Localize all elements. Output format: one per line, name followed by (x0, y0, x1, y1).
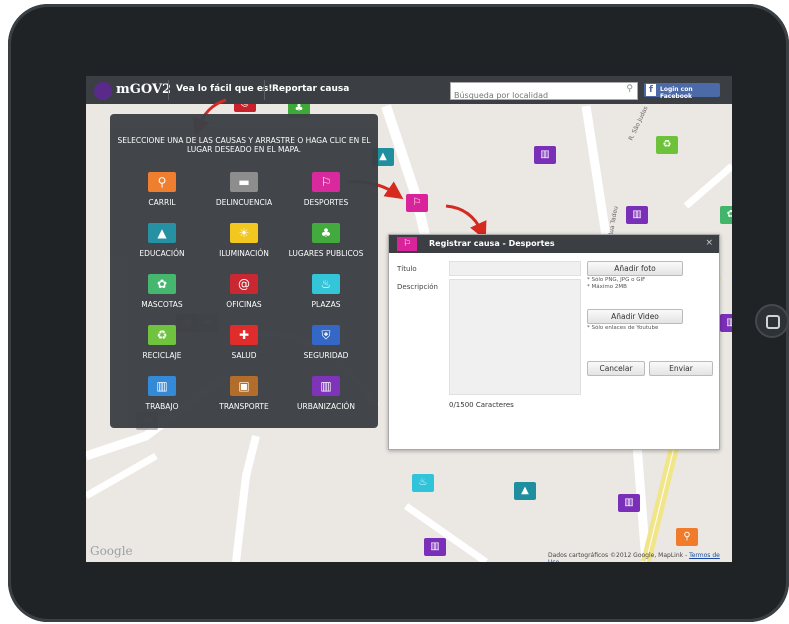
dialog-header: ⚐ Registrar causa - Desportes × (389, 235, 719, 253)
cause-label: CARRIL (148, 198, 176, 207)
streetlight-icon: ☀ (230, 223, 258, 243)
building-icon: ▥ (148, 376, 176, 396)
tree-icon: ♣ (312, 223, 340, 243)
google-logo: Google (90, 544, 133, 558)
photo-note-format: * Sólo PNG, JPG o GIF (587, 277, 646, 283)
cause-salud[interactable]: ✚ SALUD (204, 325, 284, 365)
cause-label: SALUD (231, 351, 257, 360)
panel-title: SELECCIONE UNA DE LAS CAUSAS Y ARRASTRE … (117, 136, 371, 154)
cause-label: RECICLAJE (142, 351, 182, 360)
cause-label: TRANSPORTE (219, 402, 269, 411)
bus-icon: ▣ (230, 376, 258, 396)
photo-note-size: * Máximo 2MB (587, 284, 627, 290)
cancel-button[interactable]: Cancelar (587, 361, 645, 376)
paperclip-icon: @ (230, 274, 258, 294)
cause-label: MASCOTAS (141, 300, 183, 309)
shield-icon: ⛨ (312, 325, 340, 345)
cause-plazas[interactable]: ♨ PLAZAS (286, 274, 366, 314)
cause-mascotas[interactable]: ✿ MASCOTAS (122, 274, 202, 314)
cause-label: PLAZAS (311, 300, 341, 309)
cause-label: EDUCACIÓN (139, 249, 185, 258)
cause-oficinas[interactable]: @ OFICINAS (204, 274, 284, 314)
cause-label: DELINCUENCIA (215, 198, 273, 207)
title-input[interactable] (449, 261, 581, 276)
add-photo-button[interactable]: Añadir foto (587, 261, 683, 276)
cause-label: OFICINAS (226, 300, 262, 309)
cause-label: TRABAJO (145, 402, 179, 411)
cause-carril[interactable]: ⚲ CARRIL (122, 172, 202, 212)
title-label: Título (397, 265, 417, 273)
cause-trabajo[interactable]: ▥ TRABAJO (122, 376, 202, 416)
dialog-title: Registrar causa - Desportes (429, 239, 555, 248)
close-icon[interactable]: × (705, 238, 713, 248)
cause-lugares-publicos[interactable]: ♣ LUGARES PUBLICOS (286, 223, 366, 263)
home-button[interactable] (755, 304, 789, 338)
cross-icon: ✚ (230, 325, 258, 345)
cause-educación[interactable]: ▲ EDUCACIÓN (122, 223, 202, 263)
attribution-text: Dados cartográficos ©2012 Google, MapLin… (548, 552, 690, 559)
add-video-button[interactable]: Añadir Video (587, 309, 683, 324)
cause-delincuencia[interactable]: ▬ DELINCUENCIA (204, 172, 284, 212)
home-square-icon (766, 315, 780, 329)
cause-seguridad[interactable]: ⛨ SEGURIDAD (286, 325, 366, 365)
runner-icon: ⚐ (397, 237, 417, 251)
cause-iluminación[interactable]: ☀ ILUMINACIÓN (204, 223, 284, 263)
cause-transporte[interactable]: ▣ TRANSPORTE (204, 376, 284, 416)
cause-label: LUGARES PUBLICOS (288, 249, 364, 258)
bicycle-icon: ⚲ (148, 172, 176, 192)
send-button[interactable]: Enviar (649, 361, 713, 376)
map-attribution: Dados cartográficos ©2012 Google, MapLin… (548, 552, 732, 562)
gun-icon: ▬ (230, 172, 258, 192)
cause-label: SEGURIDAD (303, 351, 349, 360)
register-cause-dialog: ⚐ Registrar causa - Desportes × Título D… (388, 234, 720, 450)
cause-desportes[interactable]: ⚐ DESPORTES (286, 172, 366, 212)
graduation-cap-icon: ▲ (148, 223, 176, 243)
runner-icon: ⚐ (312, 172, 340, 192)
buildings-icon: ▥ (312, 376, 340, 396)
cause-label: URBANIZACIÓN (297, 402, 355, 411)
cause-label: DESPORTES (303, 198, 349, 207)
description-textarea[interactable] (449, 279, 581, 395)
cause-urbanización[interactable]: ▥ URBANIZACIÓN (286, 376, 366, 416)
fountain-icon: ♨ (312, 274, 340, 294)
recycle-icon: ♻ (148, 325, 176, 345)
causes-panel: SELECCIONE UNA DE LAS CAUSAS Y ARRASTRE … (110, 114, 378, 428)
character-counter: 0/1500 Caracteres (449, 401, 514, 409)
paw-icon: ✿ (148, 274, 176, 294)
cause-reciclaje[interactable]: ♻ RECICLAJE (122, 325, 202, 365)
video-note: * Sólo enlaces de Youtube (587, 325, 659, 331)
app-screen: R. São Judas Rua Tadeu @ ♣ ▲ ▥ ♻ ⚐ ▥ ✿ @… (86, 76, 732, 562)
description-label: Descripción (397, 283, 438, 291)
cause-label: ILUMINACIÓN (219, 249, 269, 258)
